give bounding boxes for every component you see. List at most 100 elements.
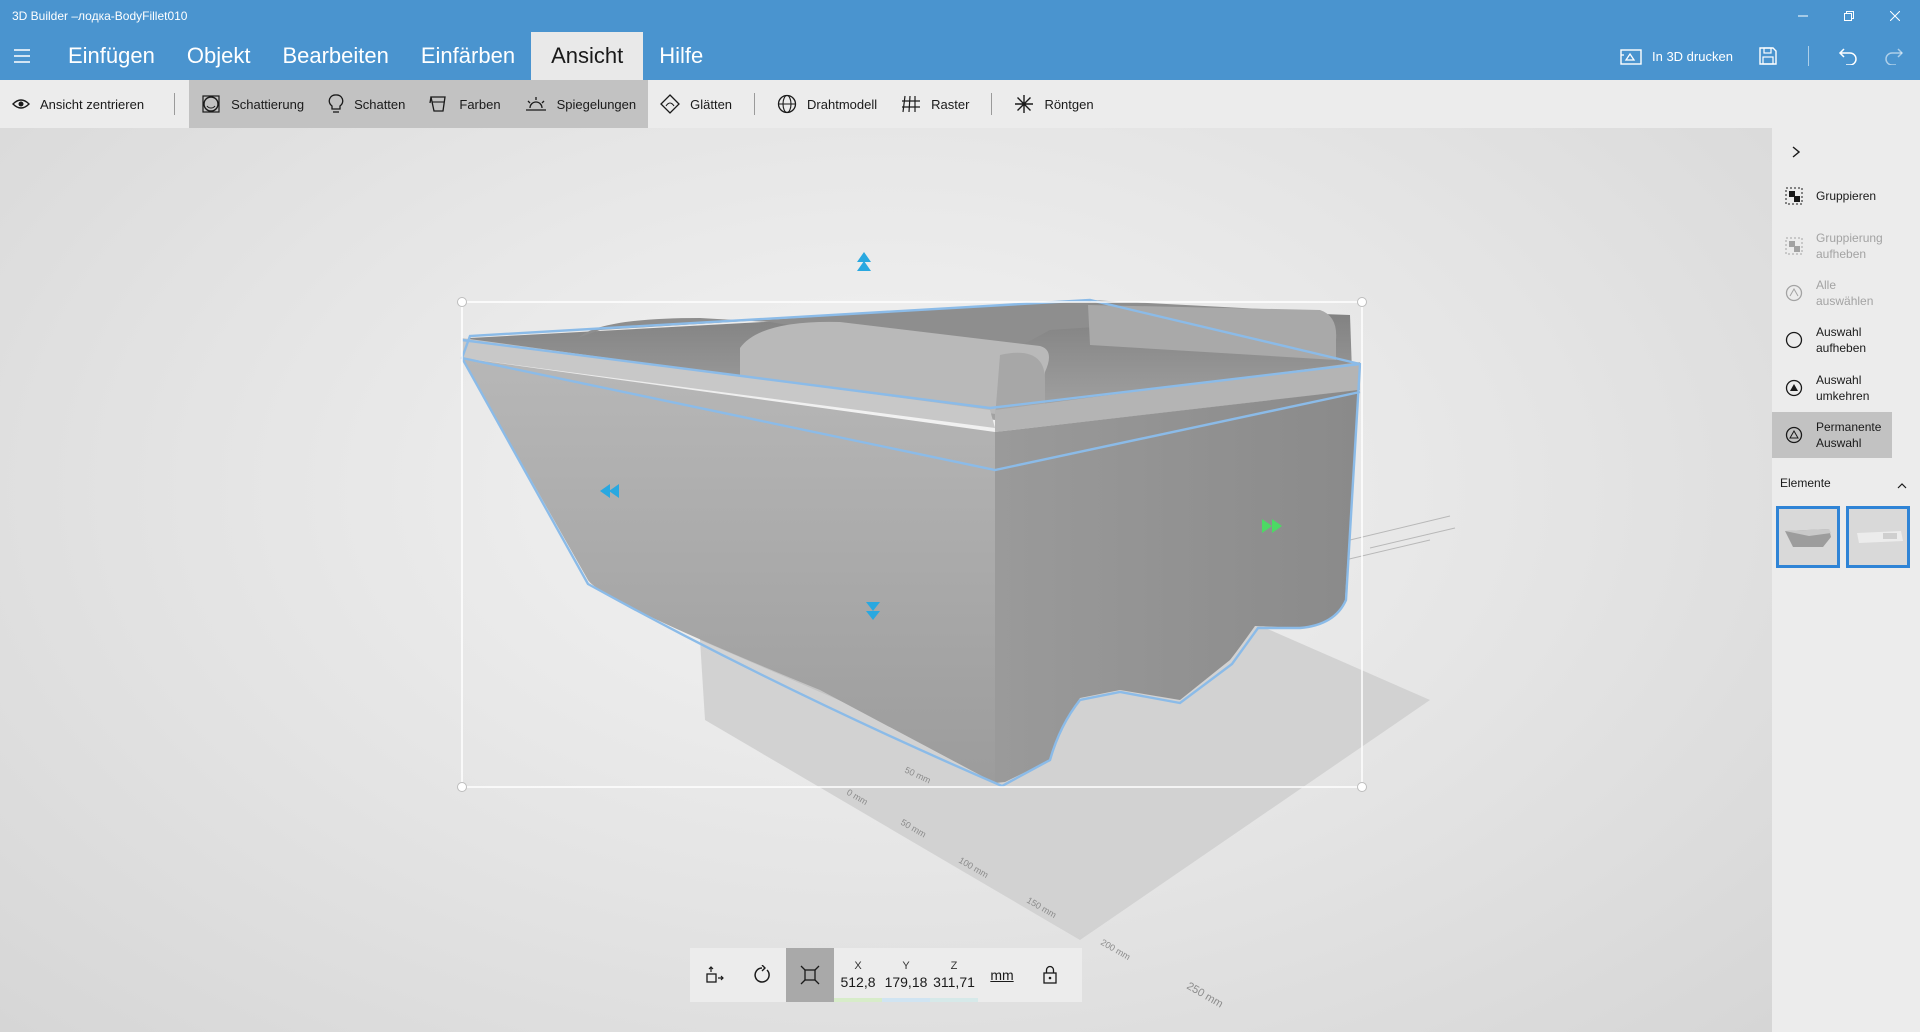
shading-label: Schattierung	[231, 96, 305, 112]
transform-toolbar: X 512,8 Y 179,18 Z 311,71 mm	[690, 948, 1082, 1002]
printer-3d-icon	[1620, 49, 1642, 65]
tab-einfuegen[interactable]: Einfügen	[52, 32, 171, 80]
select-all-icon	[1784, 283, 1804, 303]
shading-toggle[interactable]: Schattierung	[189, 80, 316, 128]
minimize-button[interactable]	[1780, 4, 1826, 28]
deselect-label: Auswahl aufheben	[1816, 325, 1867, 355]
grid-label: 200 mm	[1099, 937, 1132, 962]
z-label: Z	[950, 960, 958, 972]
paint-bucket-icon	[429, 96, 447, 112]
elements-header: Elemente	[1780, 476, 1831, 490]
shadows-toggle[interactable]: Schatten	[316, 80, 417, 128]
permanent-selection-toggle[interactable]: Permanente Auswahl	[1772, 412, 1892, 458]
xray-label: Röntgen	[1044, 96, 1094, 112]
colors-label: Farben	[459, 96, 501, 112]
globe-icon	[777, 94, 797, 114]
y-label: Y	[902, 960, 910, 972]
tab-hilfe[interactable]: Hilfe	[643, 32, 719, 80]
deselect-button[interactable]: Auswahl aufheben	[1772, 322, 1892, 358]
save-button[interactable]	[1752, 40, 1784, 72]
x-value: 512,8	[840, 974, 876, 990]
hamburger-icon	[14, 49, 30, 63]
lock-icon	[1043, 965, 1057, 984]
rotate-icon	[754, 965, 770, 983]
group-icon	[1784, 186, 1804, 206]
render-mode-group: Schattierung Schatten Farben Spiegelunge…	[189, 80, 649, 128]
reflections-toggle[interactable]: Spiegelungen	[513, 80, 649, 128]
ungroup-icon	[1784, 236, 1804, 256]
restore-button[interactable]	[1826, 4, 1872, 28]
grid-label: Raster	[931, 96, 970, 112]
scale-mode-button[interactable]	[786, 948, 834, 1002]
sunrise-icon	[525, 97, 546, 111]
lightbulb-icon	[328, 94, 344, 113]
toolbar-divider	[1808, 46, 1809, 66]
element-thumbnail[interactable]	[1776, 506, 1840, 568]
undo-icon	[1838, 48, 1857, 65]
collapse-panel-button[interactable]	[1784, 140, 1808, 164]
move-mode-button[interactable]	[690, 948, 738, 1002]
chevron-right-icon	[1792, 146, 1800, 158]
lock-proportions-button[interactable]	[1026, 948, 1074, 1002]
tab-ansicht[interactable]: Ansicht	[531, 32, 644, 80]
center-view-label: Ansicht zentrieren	[40, 96, 145, 112]
center-view-button[interactable]: Ansicht zentrieren	[0, 80, 156, 128]
ungroup-button[interactable]: Gruppierung aufheben	[1772, 228, 1892, 264]
redo-button[interactable]	[1878, 40, 1910, 72]
select-all-button[interactable]: Alle auswählen	[1772, 278, 1892, 308]
grid-toggle[interactable]: Raster	[889, 80, 981, 128]
z-axis-indicator	[930, 998, 978, 1002]
scale-icon	[800, 965, 820, 985]
title-bar: 3D Builder –лодка-BodyFillet010 Einfügen…	[0, 0, 1920, 80]
z-coordinate-field[interactable]: Z 311,71	[930, 948, 978, 1002]
view-ribbon: Ansicht zentrieren Schattierung Schatten…	[0, 80, 1920, 128]
group-button[interactable]: Gruppieren	[1772, 184, 1892, 208]
colors-toggle[interactable]: Farben	[417, 80, 512, 128]
tab-einfaerben[interactable]: Einfärben	[405, 32, 531, 80]
smooth-toggle[interactable]: Glätten	[648, 80, 744, 128]
collapse-elements-button[interactable]	[1894, 478, 1910, 494]
element-thumbnail[interactable]	[1846, 506, 1910, 568]
reflections-label: Spiegelungen	[556, 96, 637, 112]
scene-canvas: 50 mm 0 mm 50 mm 100 mm 150 mm 200 mm 25…	[457, 252, 1456, 1010]
part-thumbnail-image	[1857, 531, 1903, 543]
3d-viewport[interactable]: 50 mm 0 mm 50 mm 100 mm 150 mm 200 mm 25…	[0, 128, 1772, 1032]
boat-thumbnail-image	[1785, 529, 1831, 547]
undo-button[interactable]	[1832, 40, 1864, 72]
select-all-label: Alle auswählen	[1816, 278, 1874, 308]
hamburger-menu-button[interactable]	[10, 44, 34, 68]
x-coordinate-field[interactable]: X 512,8	[834, 948, 882, 1002]
ribbon-divider	[174, 93, 176, 115]
ribbon-divider	[754, 93, 756, 115]
tab-objekt[interactable]: Objekt	[171, 32, 267, 80]
wireframe-label: Drahtmodell	[807, 96, 878, 112]
save-icon	[1759, 47, 1777, 65]
smooth-label: Glätten	[690, 96, 733, 112]
unit-selector[interactable]: mm	[978, 948, 1026, 1002]
rotate-mode-button[interactable]	[738, 948, 786, 1002]
y-coordinate-field[interactable]: Y 179,18	[882, 948, 930, 1002]
selection-panel: Gruppieren Gruppierung aufheben Alle aus…	[1772, 128, 1920, 1032]
group-label: Gruppieren	[1816, 189, 1877, 203]
grid-icon	[902, 95, 921, 113]
xray-toggle[interactable]: Röntgen	[1002, 80, 1105, 128]
xray-star-icon	[1015, 95, 1034, 113]
invert-selection-button[interactable]: Auswahl umkehren	[1772, 370, 1892, 406]
tab-bearbeiten[interactable]: Bearbeiten	[266, 32, 404, 80]
close-button[interactable]	[1872, 4, 1918, 28]
smooth-diamond-icon	[660, 94, 681, 114]
print-3d-button[interactable]: In 3D drucken	[1620, 32, 1733, 80]
chevron-up-icon	[1897, 483, 1907, 489]
invert-selection-label: Auswahl umkehren	[1816, 373, 1870, 403]
wireframe-toggle[interactable]: Drahtmodell	[765, 80, 889, 128]
shading-icon	[202, 95, 220, 113]
ribbon-divider	[991, 93, 993, 115]
x-label: X	[854, 960, 862, 972]
deselect-icon	[1784, 330, 1804, 350]
eye-icon	[12, 99, 30, 109]
x-axis-indicator	[834, 998, 882, 1002]
z-value: 311,71	[933, 974, 975, 990]
permanent-selection-label: Permanente Auswahl	[1816, 420, 1882, 450]
restore-icon	[1844, 11, 1854, 21]
y-axis-indicator	[882, 998, 930, 1002]
